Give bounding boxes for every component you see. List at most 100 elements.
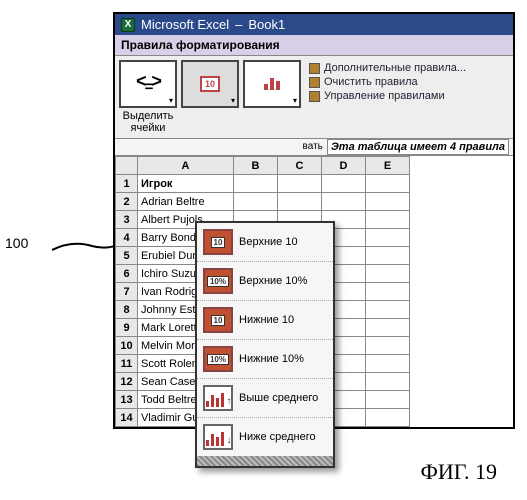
highlight-cells-button[interactable]: <=> ▾ [119,60,177,108]
row-header[interactable]: 6 [116,265,138,283]
cell-empty[interactable] [366,265,410,283]
row-header[interactable]: 12 [116,373,138,391]
select-all-corner[interactable] [116,157,138,175]
cell-a[interactable]: Игрок [138,175,234,193]
more-rules-label: Дополнительные правила... [324,62,466,74]
table-row: 2Adrian Beltre [116,193,410,211]
rules-status: Эта таблица имеет 4 правила [327,139,509,155]
compare-icon: <=> [136,74,160,94]
titlebar-sep: – [235,17,242,32]
row-header[interactable]: 9 [116,319,138,337]
clear-rules-link[interactable]: Очистить правила [309,76,505,88]
cell-empty[interactable] [366,373,410,391]
dropdown-item-label: Верхние 10% [239,275,307,287]
dropdown-item[interactable]: 10 Нижние 10 [197,301,333,340]
cell-empty[interactable] [278,193,322,211]
ribbon-tab-title: Правила форматирования [115,35,513,56]
row-header[interactable]: 7 [116,283,138,301]
row-header[interactable]: 1 [116,175,138,193]
cell-empty[interactable] [234,193,278,211]
cell-empty[interactable] [366,355,410,373]
ribbon-group-highlight: <=> ▾ Выделить ячейки [119,60,177,134]
cell-a[interactable]: Adrian Beltre [138,193,234,211]
row-header[interactable]: 10 [116,337,138,355]
col-header-b[interactable]: B [234,157,278,175]
row-header[interactable]: 14 [116,409,138,427]
app-icon: X [121,18,135,32]
table-row: 1Игрок [116,175,410,193]
cell-empty[interactable] [366,391,410,409]
excel-window: X Microsoft Excel – Book1 Правила формат… [113,12,515,429]
data-bars-button[interactable]: ▾ [243,60,301,108]
figure-callout-number: 100 [5,235,28,251]
cell-empty[interactable] [366,247,410,265]
top-bottom-button[interactable]: 10 ▾ [181,60,239,108]
ribbon-side-links: Дополнительные правила... Очистить прави… [305,60,509,134]
dropdown-item-label: Верхние 10 [239,236,298,248]
chevron-down-icon: ▾ [231,96,235,105]
titlebar-app: Microsoft Excel [141,17,229,32]
col-header-a[interactable]: A [138,157,234,175]
clear-rules-label: Очистить правила [324,76,418,88]
bars-down-icon: ↓ [203,424,233,450]
cell-empty[interactable] [366,409,410,427]
bars-up-icon: ↑ [203,385,233,411]
dropdown-item[interactable]: 10%Нижние 10% [197,340,333,379]
square-icon [309,63,320,74]
trailing-label: вать [299,139,327,155]
chevron-down-icon: ▾ [169,96,173,105]
dropdown-item[interactable]: ↓ Ниже среднего [197,418,333,456]
cell-empty[interactable] [366,211,410,229]
dropdown-item[interactable]: 10 Верхние 10 [197,223,333,262]
row-header[interactable]: 13 [116,391,138,409]
highlight-cells-label: Выделить ячейки [123,108,174,134]
titlebar: X Microsoft Excel – Book1 [115,14,513,35]
dropdown-item-label: Выше среднего [239,392,318,404]
dropdown-item[interactable]: ↑ Выше среднего [197,379,333,418]
more-rules-link[interactable]: Дополнительные правила... [309,62,505,74]
row-header[interactable]: 2 [116,193,138,211]
dropdown-item-label: Ниже среднего [239,431,316,443]
cell-empty[interactable] [366,175,410,193]
figure-label: ФИГ. 19 [420,459,497,485]
row-header[interactable]: 5 [116,247,138,265]
cell-empty[interactable] [322,193,366,211]
ten-up-icon: 10 [203,229,233,255]
manage-rules-link[interactable]: Управление правилами [309,90,505,102]
dropdown-item-label: Нижние 10% [239,353,304,365]
dropdown-item[interactable]: 10% Верхние 10% [197,262,333,301]
pct-up-icon: 10% [203,268,233,294]
chevron-down-icon: ▾ [293,96,297,105]
ribbon: <=> ▾ Выделить ячейки 10 ▾ ▾ Дополнитель… [115,56,513,139]
cell-empty[interactable] [322,175,366,193]
bars-icon [263,78,281,90]
titlebar-book: Book1 [248,17,285,32]
cell-empty[interactable] [366,337,410,355]
cell-empty[interactable] [234,175,278,193]
ribbon-group-bars: ▾ [243,60,301,134]
manage-rules-label: Управление правилами [324,90,445,102]
cell-empty[interactable] [366,319,410,337]
cell-empty[interactable] [366,301,410,319]
ten-icon: 10 [200,76,220,92]
dropdown-shadow [197,456,333,466]
figure-callout-leader [52,240,122,270]
ten-down-icon: 10 [203,307,233,333]
row-header[interactable]: 3 [116,211,138,229]
dropdown-item-label: Нижние 10 [239,314,294,326]
cell-empty[interactable] [366,193,410,211]
row-header[interactable]: 11 [116,355,138,373]
square-icon [309,91,320,102]
col-header-d[interactable]: D [322,157,366,175]
row-header[interactable]: 4 [116,229,138,247]
row-header[interactable]: 8 [116,301,138,319]
cell-empty[interactable] [278,175,322,193]
col-header-c[interactable]: C [278,157,322,175]
col-header-e[interactable]: E [366,157,410,175]
cell-empty[interactable] [366,229,410,247]
status-strip: вать Эта таблица имеет 4 правила [115,139,513,156]
ribbon-group-top-bottom: 10 ▾ [181,60,239,134]
cell-empty[interactable] [366,283,410,301]
square-icon [309,77,320,88]
top-bottom-dropdown: 10 Верхние 10 10% Верхние 10% 10 Нижние 10 10%… [195,221,335,468]
